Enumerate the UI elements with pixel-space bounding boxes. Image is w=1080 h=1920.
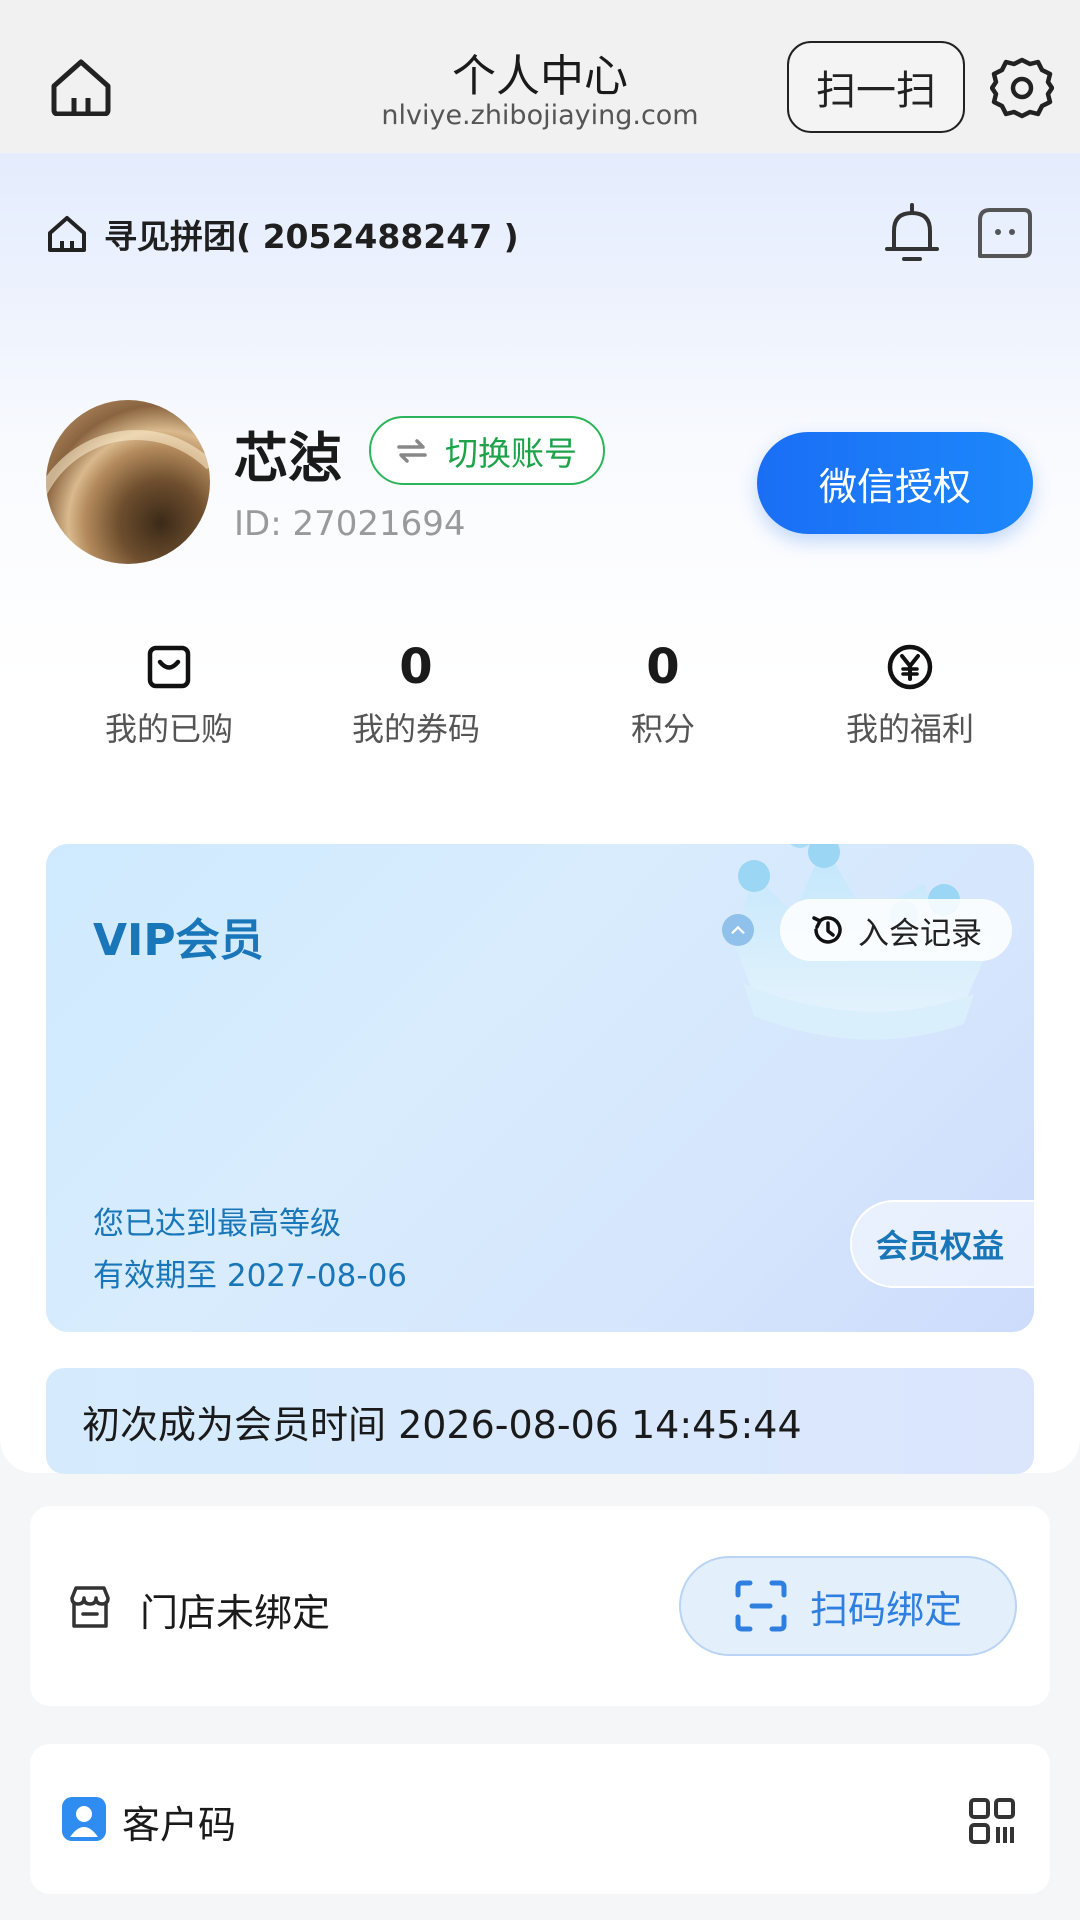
member-benefits-button[interactable]: 会员权益 [850,1200,1034,1288]
chevron-up-icon[interactable] [722,914,754,946]
bell-icon[interactable] [884,203,940,263]
join-record-button[interactable]: 入会记录 [780,899,1012,961]
stat-points[interactable]: 0 积分 [563,636,763,750]
stat-label: 我的已购 [104,710,233,748]
customer-code-card[interactable]: 客户码 [30,1744,1050,1894]
history-icon [812,916,842,944]
stat-value: 0 [646,639,680,695]
vip-level-text: 您已达到最高等级 [93,1206,341,1242]
user-id: ID: 27021694 [234,504,466,544]
switch-account-label: 切换账号 [445,433,577,473]
stat-label: 我的券码 [351,710,480,748]
switch-account-button[interactable]: 切换账号 [369,416,605,485]
join-record-label: 入会记录 [858,915,982,952]
crown-icon [734,844,1004,1040]
wechat-auth-button[interactable]: 微信授权 [757,432,1033,534]
store-icon [70,1586,110,1628]
customer-code-label: 客户码 [122,1803,237,1847]
stat-welfare[interactable]: 我的福利 [810,636,1010,750]
swap-arrows-icon [397,438,427,463]
store-status: 门店未绑定 [140,1591,331,1635]
stats-row: 我的已购 0 我的券码 0 积分 我的福利 [0,636,1080,756]
store-binding-card: 门店未绑定 扫码绑定 [30,1506,1050,1706]
home-icon [48,216,86,252]
first-member-time: 初次成为会员时间 2026-08-06 14:45:44 [46,1368,1034,1474]
top-bar: 个人中心 nlviye.zhibojiaying.com 扫一扫 [0,0,1080,153]
yen-coin-icon [887,644,933,690]
avatar[interactable] [46,400,210,564]
scan-bind-button[interactable]: 扫码绑定 [679,1556,1017,1656]
scan-bind-label: 扫码绑定 [809,1587,962,1632]
scan-button[interactable]: 扫一扫 [787,41,965,133]
vip-card: VIP会员 入会记录 您已达到最高等级 有效期至 2027-08-06 会员权益 [46,844,1034,1332]
stat-label: 积分 [630,710,695,748]
vip-expire-text: 有效期至 2027-08-06 [93,1258,408,1294]
stat-value: 0 [399,639,433,695]
username: 芯惉 [234,427,342,490]
stat-purchased[interactable]: 我的已购 [69,636,269,750]
stat-label: 我的福利 [845,710,974,748]
shopping-bag-icon [147,645,191,689]
vip-title: VIP会员 [93,915,264,966]
stat-coupons[interactable]: 0 我的券码 [316,636,516,750]
message-icon[interactable] [976,206,1034,260]
group-name: 寻见拼团( 2052488247 ) [104,217,519,256]
qr-code-icon[interactable] [968,1797,1016,1845]
customer-icon [62,1797,106,1841]
gear-icon[interactable] [989,56,1055,120]
scan-icon [735,1580,787,1632]
group-selector[interactable]: 寻见拼团( 2052488247 ) [46,212,519,256]
